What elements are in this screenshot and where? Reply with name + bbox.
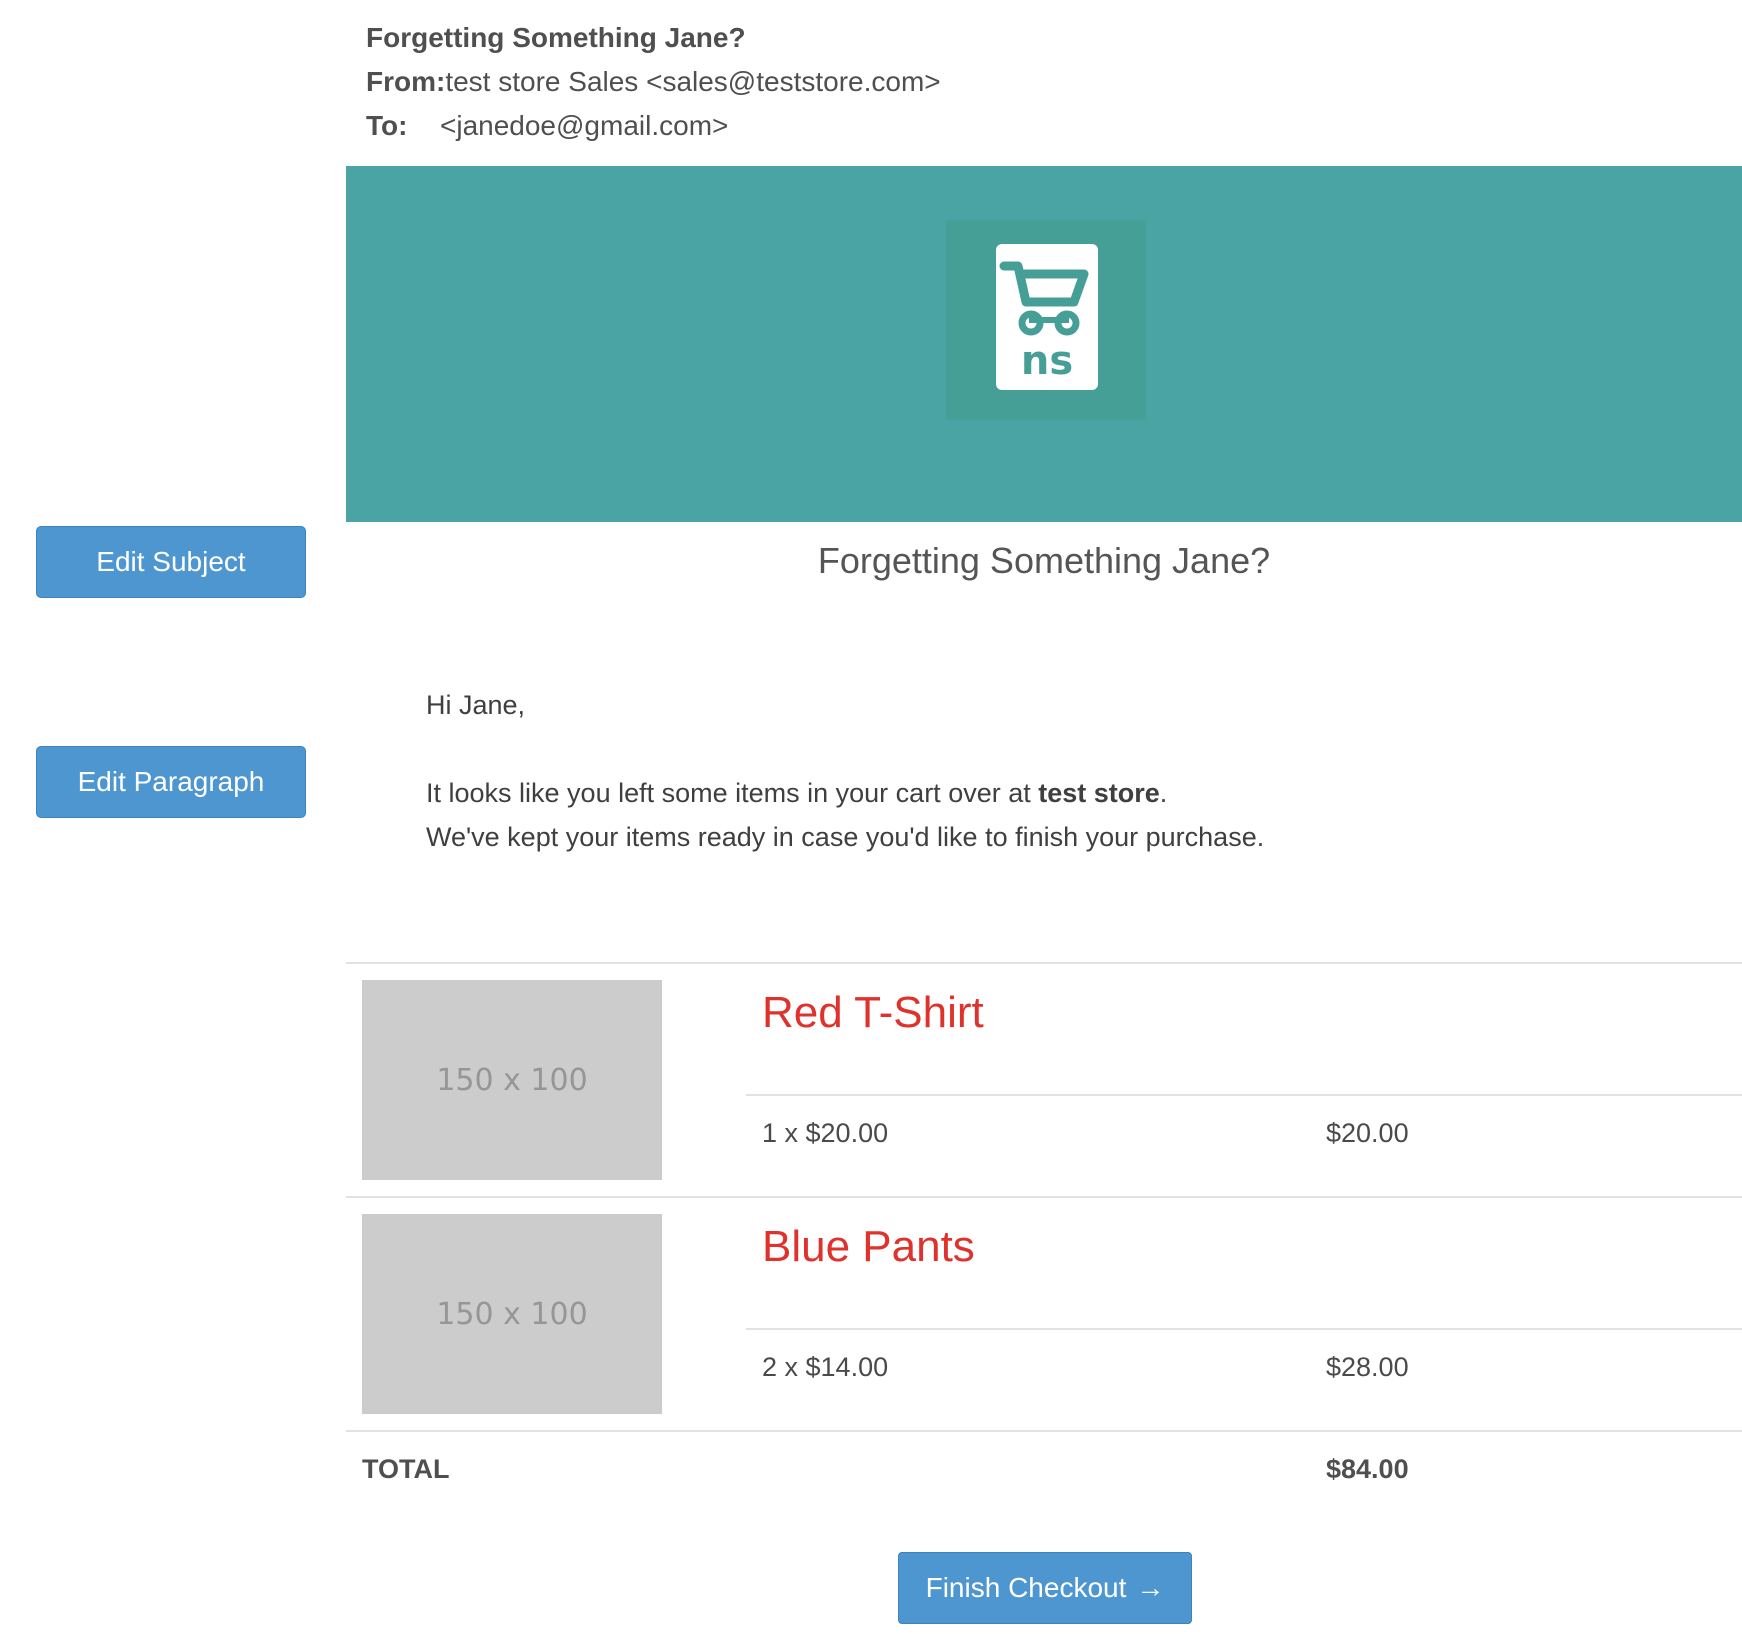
body-line-2: We've kept your items ready in case you'…: [426, 822, 1265, 852]
body-line-1: It looks like you left some items in you…: [426, 778, 1167, 809]
logo-text: ns: [1021, 338, 1073, 384]
line1-period: .: [1159, 778, 1168, 808]
store-logo: ns: [946, 220, 1146, 420]
email-subject: Forgetting Something Jane?: [366, 22, 746, 53]
total-label: TOTAL: [362, 1454, 450, 1484]
edit-paragraph-button[interactable]: Edit Paragraph: [36, 746, 306, 818]
email-banner: ns: [346, 166, 1742, 522]
divider: [746, 1094, 1742, 1096]
product-name[interactable]: Blue Pants: [762, 1222, 975, 1272]
product-qty-price: 1 x $20.00: [762, 1118, 889, 1148]
logo-card: ns: [996, 244, 1098, 390]
email-from: From:test store Sales <sales@teststore.c…: [366, 60, 941, 104]
greeting: Hi Jane,: [426, 690, 526, 720]
email-to: To: <janedoe@gmail.com>: [366, 104, 941, 148]
product-image-placeholder: 150 x 100: [362, 1214, 662, 1414]
to-label: To:: [366, 110, 408, 141]
divider: [346, 962, 1742, 964]
product-line-total: $28.00: [1326, 1352, 1409, 1382]
product-qty-price: 2 x $14.00: [762, 1352, 889, 1382]
divider: [346, 1196, 1742, 1198]
product-name[interactable]: Red T-Shirt: [762, 988, 984, 1038]
product-line-total: $20.00: [1326, 1118, 1409, 1148]
finish-checkout-label: Finish Checkout: [925, 1572, 1127, 1603]
email-title: Forgetting Something Jane?: [817, 540, 1271, 581]
finish-checkout-button[interactable]: Finish Checkout →: [898, 1552, 1192, 1624]
arrow-right-icon: →: [1136, 1572, 1165, 1603]
from-label: From:: [366, 66, 446, 97]
shopping-cart-icon: ns: [999, 261, 1089, 384]
divider: [746, 1328, 1742, 1330]
to-value: <janedoe@gmail.com>: [440, 110, 729, 141]
product-image-placeholder: 150 x 100: [362, 980, 662, 1180]
line1-text: It looks like you left some items in you…: [426, 778, 1039, 808]
total-value: $84.00: [1326, 1454, 1409, 1484]
edit-subject-button[interactable]: Edit Subject: [36, 526, 306, 598]
from-value: test store Sales <sales@teststore.com>: [445, 66, 941, 97]
email-meta: Forgetting Something Jane? From:test sto…: [366, 16, 941, 148]
store-name: test store: [1038, 778, 1160, 808]
divider: [346, 1430, 1742, 1432]
